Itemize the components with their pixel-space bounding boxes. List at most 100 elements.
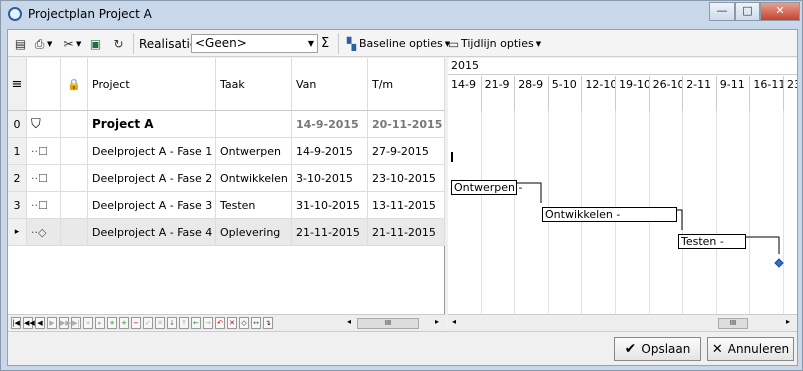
refresh-icon[interactable]: ↻: [111, 35, 126, 52]
delete-button[interactable]: −: [131, 317, 141, 329]
gantt-scroll-thumb[interactable]: III: [718, 318, 748, 329]
title-bar: Projectplan Project A — □ ✕: [1, 1, 802, 28]
project-cell: Project A: [88, 111, 216, 137]
last-record-button[interactable]: ▶|: [71, 317, 81, 329]
baseline-icon: ▚: [346, 36, 357, 51]
window: Projectplan Project A — □ ✕ ▤ ⎙ ▼ ✂ ▼ ▣ ↻ …: [0, 0, 803, 371]
end-cell: 23-10-2015: [368, 165, 445, 191]
task-cell: Oplevering: [216, 219, 292, 245]
scroll-left-icon[interactable]: ◂: [452, 317, 456, 326]
print-icon[interactable]: ⎙ ▼: [32, 35, 53, 52]
next-record-button[interactable]: ▶: [47, 317, 57, 329]
header-taak[interactable]: Taak: [216, 58, 292, 110]
dependency-arrows: [517, 182, 784, 268]
end-cell: 13-11-2015: [368, 192, 445, 218]
tools-icon[interactable]: ✂ ▼: [61, 35, 81, 52]
toolbar: ▤ ⎙ ▼ ✂ ▼ ▣ ↻ Realisatie <Geen> ▼ Σ ▚ Base…: [8, 30, 797, 57]
accept-button[interactable]: ✓: [143, 317, 153, 329]
checkbox-icon[interactable]: ··☐: [27, 138, 61, 164]
close-button[interactable]: ✕: [760, 2, 800, 21]
task-grid: ≡ 🔒 Project Taak Van T/m 0 ⛉ Project A 1…: [8, 58, 445, 314]
remove-link-button[interactable]: ✕: [227, 317, 237, 329]
tree-header: [27, 58, 61, 110]
more-records-button[interactable]: »: [83, 317, 93, 329]
scroll-right-icon[interactable]: ▸: [786, 317, 790, 326]
project-cell: Deelproject A - Fase 4: [88, 219, 216, 245]
realisatie-label: Realisatie: [139, 36, 198, 51]
timeline-label: Tijdlijn opties: [461, 37, 534, 50]
app-icon: [8, 7, 22, 21]
lock-icon[interactable]: 🔒: [61, 58, 88, 110]
task-row[interactable]: 2 ··☐ Deelproject A - Fase 2 Ontwikkelen…: [8, 165, 445, 192]
header-tm[interactable]: T/m: [368, 58, 445, 110]
indent-button[interactable]: →: [203, 317, 213, 329]
row-indicator: ▸: [8, 219, 27, 245]
realisatie-combo[interactable]: <Geen> ▼: [191, 34, 318, 53]
save-label: Opslaan: [641, 342, 691, 356]
monitor-icon[interactable]: ▤: [13, 35, 28, 52]
start-cell: 14-9-2015: [292, 138, 368, 164]
maximize-button[interactable]: □: [735, 2, 760, 21]
cancel-button[interactable]: ✕ Annuleren: [707, 337, 794, 361]
cancel-edit-button[interactable]: ✕: [155, 317, 165, 329]
timeline-icon: ▭: [447, 36, 460, 51]
save-button[interactable]: ✔ Opslaan: [614, 337, 701, 361]
milestone-icon[interactable]: ··◇: [27, 219, 61, 245]
task-cell: Testen: [216, 192, 292, 218]
header-van[interactable]: Van: [292, 58, 368, 110]
baseline-label: Baseline opties: [359, 37, 443, 50]
task-row[interactable]: 1 ··☐ Deelproject A - Fase 1 Ontwerpen 1…: [8, 138, 445, 165]
gantt-scrollbar[interactable]: ◂ III ▸: [448, 314, 797, 331]
next-page-button[interactable]: ▶▶: [59, 317, 71, 329]
grid-scrollbar[interactable]: ◂ III ▸: [345, 314, 445, 331]
chevron-down-icon: ▼: [307, 39, 314, 48]
row-number: 0: [8, 111, 27, 137]
client-area: ▤ ⎙ ▼ ✂ ▼ ▣ ↻ Realisatie <Geen> ▼ Σ ▚ Base…: [7, 29, 798, 366]
expand-button[interactable]: ↔: [251, 317, 261, 329]
start-cell: 31-10-2015: [292, 192, 368, 218]
minimize-button[interactable]: —: [709, 2, 735, 21]
scroll-right-icon[interactable]: ▸: [435, 317, 439, 326]
start-cell: 21-11-2015: [292, 219, 368, 245]
add-button[interactable]: +: [107, 317, 117, 329]
outdent-button[interactable]: ←: [191, 317, 201, 329]
chevron-down-icon: ▼: [535, 39, 542, 48]
header-project[interactable]: Project: [88, 58, 216, 110]
prev-page-button[interactable]: ◀◀: [23, 317, 35, 329]
undo-button[interactable]: ↶: [215, 317, 225, 329]
gantt-chart: 2015 14-9 21-9 28-9 5-10 12-10 19-10 26-10 2-11…: [448, 58, 797, 314]
checkbox-icon[interactable]: ··☐: [27, 165, 61, 191]
task-row-selected[interactable]: ▸ ··◇ Deelproject A - Fase 4 Oplevering …: [8, 219, 445, 246]
project-cell: Deelproject A - Fase 1: [88, 138, 216, 164]
grid-header: ≡ 🔒 Project Taak Van T/m: [8, 58, 445, 111]
move-down-button[interactable]: ↓: [167, 317, 177, 329]
scroll-left-icon[interactable]: ◂: [347, 317, 351, 326]
grid-scroll-thumb[interactable]: III: [357, 318, 419, 329]
row-number: 1: [8, 138, 27, 164]
checkbox-icon[interactable]: ··☐: [27, 192, 61, 218]
export-icon[interactable]: ▣: [88, 35, 103, 52]
cancel-label: Annuleren: [727, 342, 790, 356]
extra-nav-button[interactable]: ▸: [95, 317, 105, 329]
sum-button[interactable]: Σ: [321, 35, 329, 52]
prev-record-button[interactable]: ◀: [35, 317, 45, 329]
end-cell: 27-9-2015: [368, 138, 445, 164]
timeline-options-button[interactable]: ▭ Tijdlijn opties ▼: [446, 35, 541, 52]
end-cell: 21-11-2015: [368, 219, 445, 245]
baseline-options-button[interactable]: ▚ Baseline opties ▼: [344, 35, 450, 52]
lock-cell: [61, 192, 88, 218]
link-button[interactable]: ↴: [263, 317, 273, 329]
task-row[interactable]: 3 ··☐ Deelproject A - Fase 3 Testen 31-1…: [8, 192, 445, 219]
column-chooser-icon[interactable]: ≡: [8, 58, 27, 110]
add-child-button[interactable]: +: [119, 317, 129, 329]
move-up-button[interactable]: ↑: [179, 317, 189, 329]
milestone-button[interactable]: ◇: [239, 317, 249, 329]
lock-cell: [61, 219, 88, 245]
window-title: Projectplan Project A: [28, 7, 152, 21]
summary-row[interactable]: 0 ⛉ Project A 14-9-2015 20-11-2015: [8, 111, 445, 138]
first-record-button[interactable]: |◀: [11, 317, 21, 329]
check-icon: ✔: [624, 341, 637, 357]
start-cell: 3-10-2015: [292, 165, 368, 191]
end-cell: 20-11-2015: [368, 111, 445, 137]
task-cell: [216, 111, 292, 137]
